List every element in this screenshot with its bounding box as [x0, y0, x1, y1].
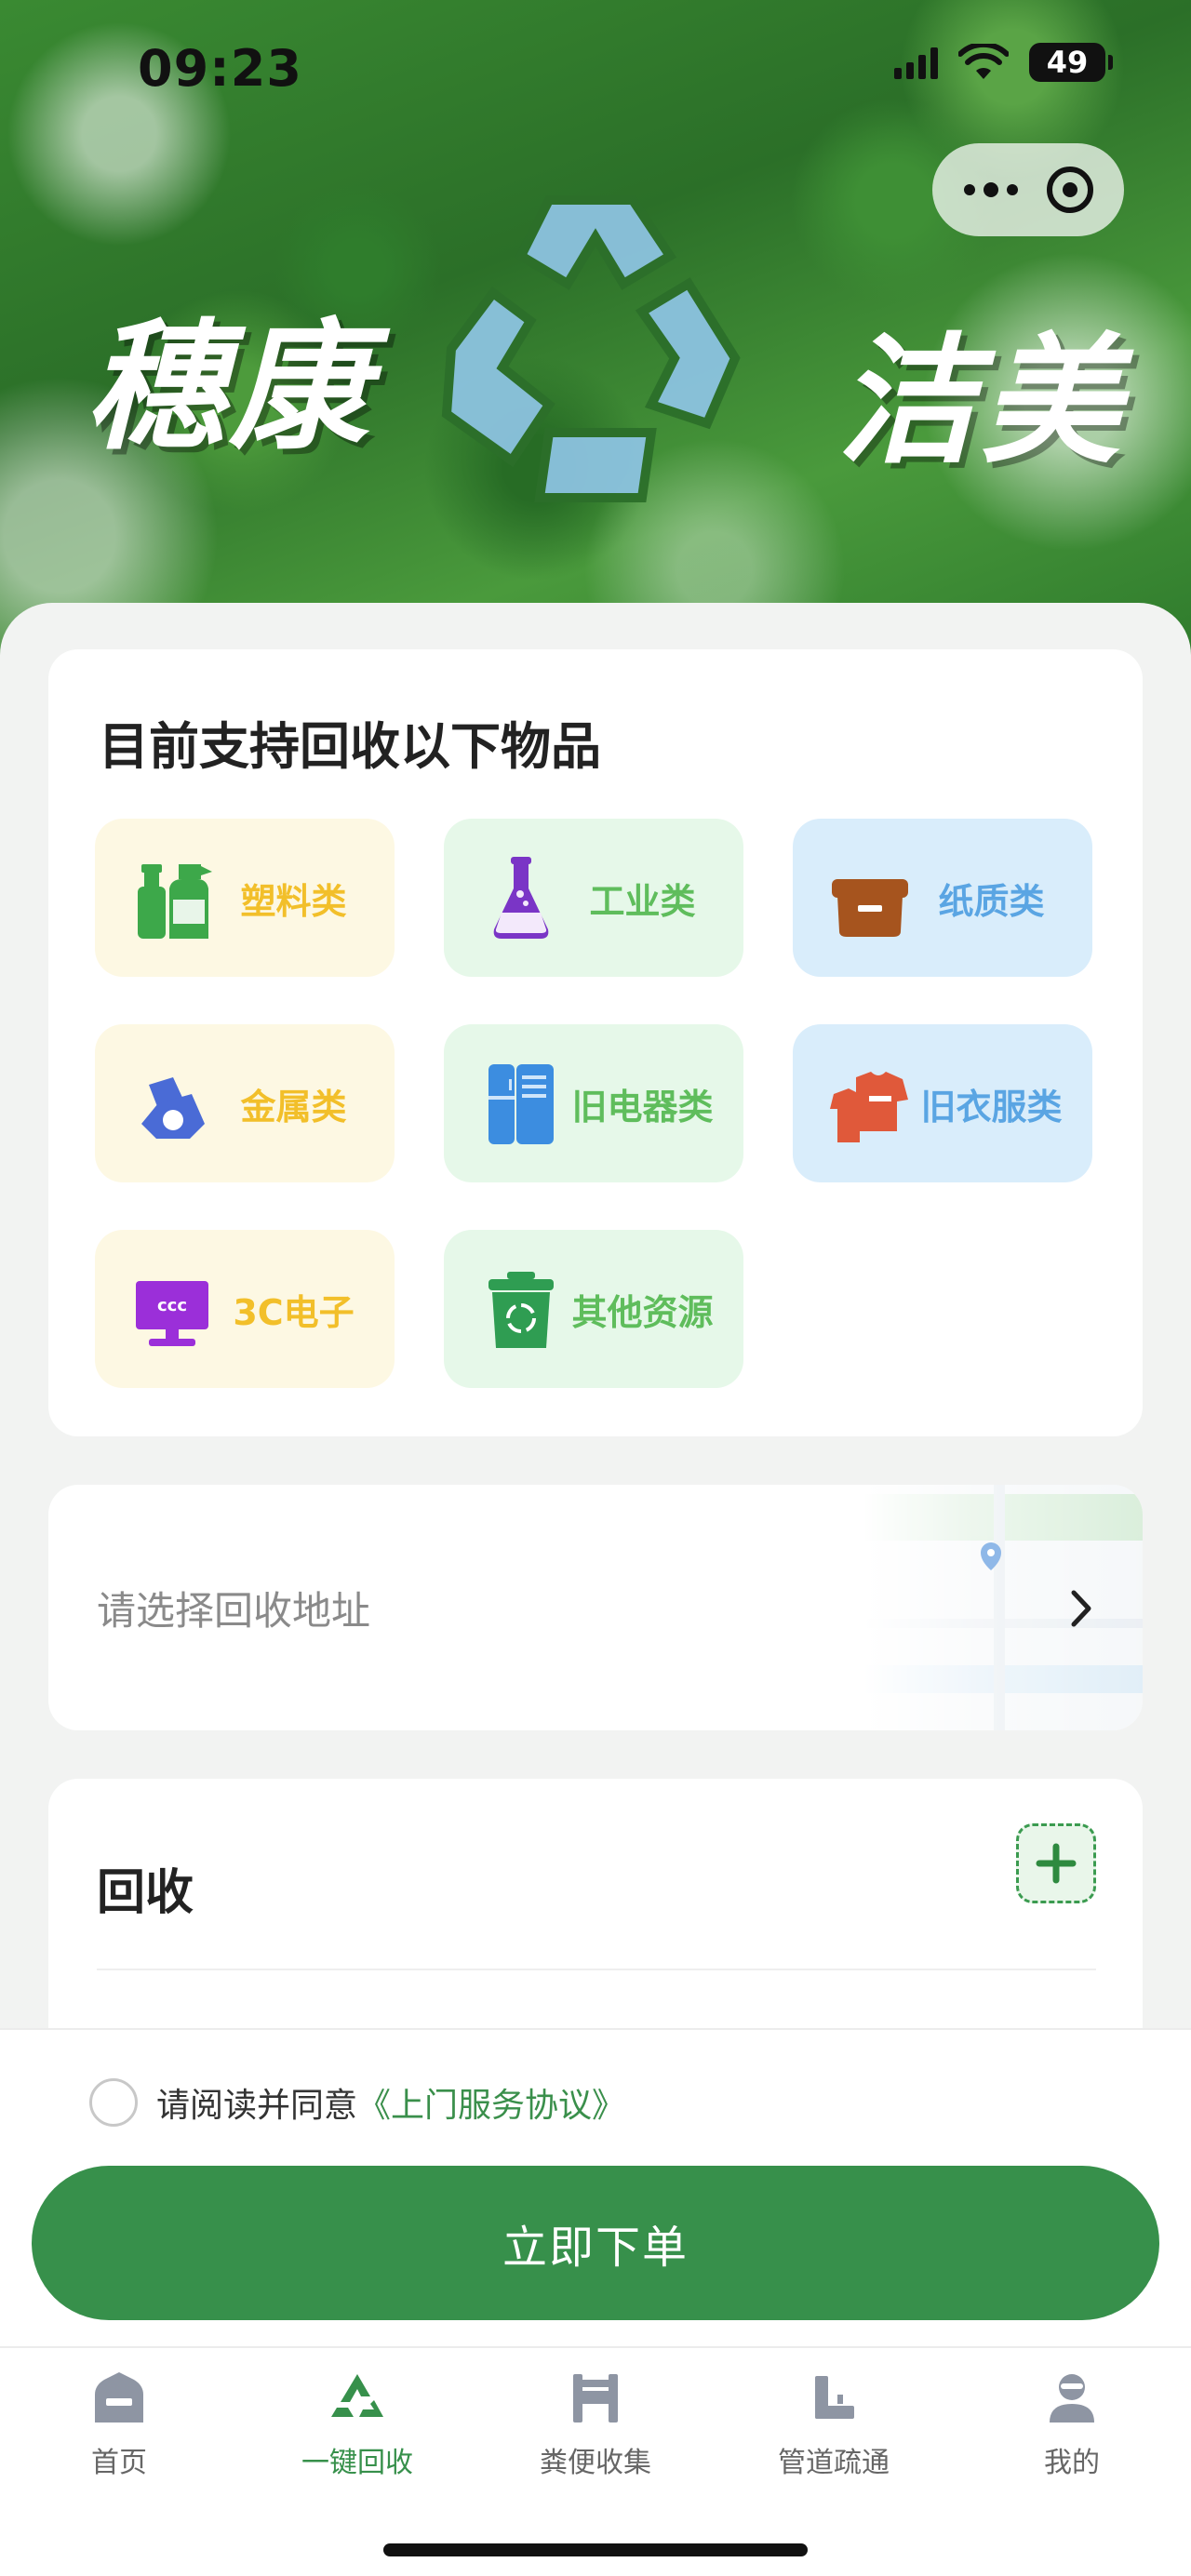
flask-icon — [493, 857, 549, 939]
category-label: 塑料类 — [240, 880, 347, 922]
agreement-checkbox[interactable] — [89, 2078, 138, 2127]
content-sheet: 目前支持回收以下物品 塑料类 工业类 纸质类 金属类 旧电器类 旧衣服类 ccc… — [0, 603, 1191, 2151]
signal-icon — [894, 46, 938, 79]
category-3c-electronics[interactable]: ccc 3C电子 — [95, 1230, 395, 1388]
category-label: 工业类 — [589, 880, 696, 922]
pipe-icon — [815, 2376, 854, 2419]
tab-label: 首页 — [91, 2447, 147, 2479]
tab-label: 粪便收集 — [540, 2447, 651, 2479]
add-item-button[interactable] — [1016, 1823, 1096, 1903]
battery-icon: 49 — [1029, 43, 1113, 82]
category-label: 其他资源 — [571, 1291, 714, 1333]
category-industrial[interactable]: 工业类 — [444, 819, 743, 977]
chevron-right-icon — [1071, 1590, 1091, 1627]
plastic-bottle-icon — [138, 864, 212, 939]
home-indicator — [383, 2543, 808, 2556]
recycle-bin-icon — [488, 1272, 554, 1348]
address-selector[interactable]: 请选择回收地址 — [48, 1485, 1143, 1730]
category-plastic[interactable]: 塑料类 — [95, 819, 395, 977]
recycle-triangle-icon — [331, 2374, 383, 2417]
items-card: 目前支持回收以下物品 塑料类 工业类 纸质类 金属类 旧电器类 旧衣服类 ccc… — [48, 649, 1143, 1436]
clothes-icon — [830, 1072, 908, 1142]
category-label: 3C电子 — [233, 1291, 355, 1333]
divider — [97, 1969, 1096, 1970]
tab-mine[interactable]: 我的 — [979, 2369, 1165, 2480]
tab-label: 我的 — [1044, 2447, 1100, 2479]
category-label: 旧衣服类 — [920, 1086, 1063, 1128]
category-other[interactable]: 其他资源 — [444, 1230, 743, 1388]
plus-icon — [1036, 1843, 1077, 1884]
tab-bar: 首页 一键回收 粪便收集 管道疏通 我的 — [0, 2346, 1191, 2576]
recycle-logo-icon — [441, 195, 741, 502]
agreement-text: 请阅读并同意 — [156, 2087, 358, 2125]
collection-icon — [573, 2374, 618, 2423]
tab-label: 一键回收 — [301, 2447, 413, 2479]
miniprogram-capsule — [932, 143, 1124, 236]
home-icon — [95, 2372, 143, 2423]
category-label: 纸质类 — [938, 880, 1045, 922]
tab-home[interactable]: 首页 — [26, 2369, 212, 2480]
refrigerator-icon — [488, 1064, 554, 1144]
category-clothes[interactable]: 旧衣服类 — [793, 1024, 1092, 1182]
status-time: 09:23 — [138, 39, 302, 98]
map-thumbnail — [863, 1485, 1143, 1730]
hero-banner: 09:23 49 穗康 洁美 — [0, 0, 1191, 670]
agreement-row: 请阅读并同意 《上门服务协议》 — [89, 2078, 625, 2127]
place-order-button[interactable]: 立即下单 — [32, 2166, 1159, 2320]
paper-box-icon — [832, 879, 908, 937]
map-pin-icon — [981, 1542, 1001, 1570]
tab-pipe-dredging[interactable]: 管道疏通 — [741, 2369, 927, 2480]
category-metal[interactable]: 金属类 — [95, 1024, 395, 1182]
address-placeholder: 请选择回收地址 — [97, 1587, 371, 1634]
category-label: 旧电器类 — [571, 1086, 714, 1128]
close-target-icon[interactable] — [1046, 167, 1093, 213]
recycle-title: 回收 — [97, 1865, 194, 1921]
items-title: 目前支持回收以下物品 — [99, 717, 601, 776]
svg-text:ccc: ccc — [157, 1296, 187, 1315]
wifi-icon — [958, 44, 1009, 79]
agreement-link[interactable]: 《上门服务协议》 — [357, 2078, 625, 2127]
tab-one-key-recycle[interactable]: 一键回收 — [264, 2369, 450, 2480]
tab-collection[interactable]: 粪便收集 — [502, 2369, 689, 2480]
status-icons: 49 — [894, 43, 1113, 82]
category-appliance[interactable]: 旧电器类 — [444, 1024, 743, 1182]
hero-title-left: 穗康 — [86, 307, 373, 469]
category-label: 金属类 — [240, 1086, 347, 1128]
tab-label: 管道疏通 — [778, 2447, 890, 2479]
monitor-icon: ccc — [136, 1281, 208, 1346]
metal-icon — [141, 1077, 205, 1139]
order-footer: 请阅读并同意 《上门服务协议》 立即下单 — [0, 2028, 1191, 2346]
hero-title-right: 洁美 — [837, 321, 1125, 483]
category-paper[interactable]: 纸质类 — [793, 819, 1092, 977]
more-icon[interactable] — [963, 182, 1018, 197]
user-icon — [1050, 2374, 1094, 2423]
